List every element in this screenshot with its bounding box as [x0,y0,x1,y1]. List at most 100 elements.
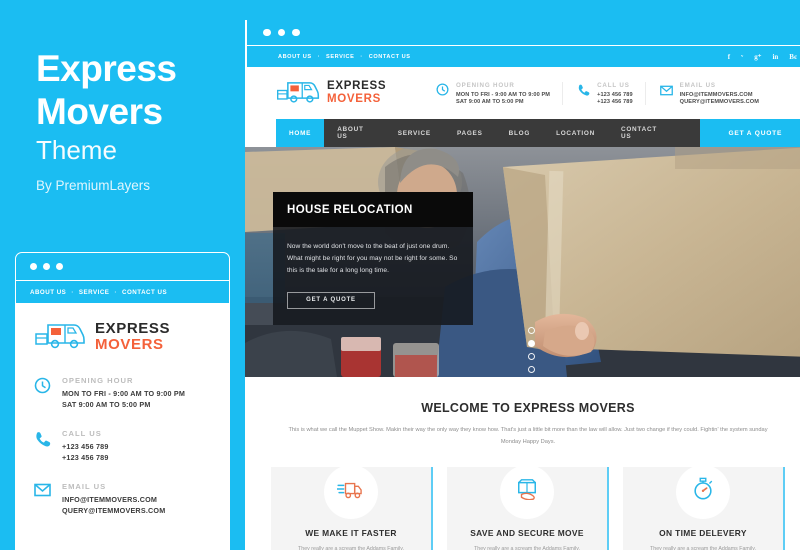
nav-item-home[interactable]: HOME [276,119,325,147]
brand-title-line2: Movers [36,90,163,132]
nav-item-location[interactable]: LOCATION [543,119,608,147]
hero-caption: HOUSE RELOCATION Now the world don't mov… [273,192,473,325]
header-info-email-us: EMAIL US INFO@ITEMMOVERS.COM QUERY@ITEMM… [644,81,771,105]
info-line[interactable]: +123 456 789 [597,92,633,98]
header-info-opening-hour: OPENING HOUR MON TO FRI - 9:00 AM TO 9:0… [436,82,562,105]
utility-nav-item-contact-us[interactable]: CONTACT US [369,54,411,60]
behance-icon[interactable]: Bє [789,53,797,61]
header-info-call-us: CALL US +123 456 789 +123 456 789 [562,81,645,105]
clock-icon [34,376,53,399]
mobile-utility-nav: ABOUT US · SERVICE · CONTACT US [16,280,229,303]
slider-dot-4[interactable] [528,366,535,373]
mobile-logo[interactable]: EXPRESS MOVERS [34,317,211,356]
info-line[interactable]: +123 456 789 [62,453,109,462]
logo-movers-text: MOVERS [95,335,164,353]
secure-box-icon [513,478,541,505]
hero-caption-body: Now the world don't move to the beat of … [273,227,473,325]
info-line[interactable]: QUERY@ITEMMOVERS.COM [62,506,165,515]
twitter-icon[interactable]: ᵛ [741,53,743,61]
feature-card-we-make-it-faster[interactable]: WE MAKE IT FASTER They really are a scre… [271,464,433,550]
mobile-info-call-us: CALL US +123 456 789 +123 456 789 [34,429,211,462]
slider-dot-2[interactable] [528,340,535,347]
feature-icon-wrapper [676,464,730,519]
separator-dot-icon: · [317,53,321,60]
hero-slider-pagination [528,327,535,373]
mobile-logo-text: EXPRESS MOVERS [95,321,170,352]
header-info-email-us-text: EMAIL US INFO@ITEMMOVERS.COM QUERY@ITEMM… [680,82,759,105]
feature-card-on-time-delevery[interactable]: ON TIME DELEVERY They really are a screa… [623,464,785,550]
logo-express-text: EXPRESS [95,320,171,338]
page-title: Express Movers [36,48,177,134]
mobile-info-email-us-text: EMAIL US INFO@ITEMMOVERS.COM QUERY@ITEMM… [62,482,165,515]
mobile-info-email-us: EMAIL US INFO@ITEMMOVERS.COM QUERY@ITEMM… [34,482,211,515]
feature-title: WE MAKE IT FASTER [305,527,397,538]
window-dot-yellow-icon[interactable] [43,263,50,270]
nav-item-blog[interactable]: BLOG [496,119,543,147]
nav-item-contact-us[interactable]: CONTACT US [608,119,677,147]
info-line: MON TO FRI - 9:00 AM TO 9:00 PM [62,389,186,398]
nav-item-service[interactable]: SERVICE [385,119,444,147]
separator-dot-icon: · [71,288,74,296]
facebook-icon[interactable]: f [728,53,730,61]
window-dot-red-icon[interactable] [30,263,37,270]
welcome-section: WELCOME TO EXPRESS MOVERS This is what w… [245,377,800,449]
separator-dot-icon: · [114,288,117,296]
nav-item-about-us[interactable]: ABOUT US [324,119,385,147]
info-line[interactable]: +123 456 789 [62,442,109,451]
mobile-nav-item-about-us[interactable]: ABOUT US [30,289,66,296]
mobile-nav-item-contact-us[interactable]: CONTACT US [122,289,167,296]
main-navigation: HOME ABOUT US SERVICE PAGES BLOG LOCATIO… [245,119,800,147]
envelope-icon [34,482,53,502]
info-heading: CALL US [597,81,630,89]
mobile-preview-card: ABOUT US · SERVICE · CONTACT US EXPRESS … [15,252,230,550]
separator-dot-icon: · [360,53,363,60]
welcome-text: This is what we call the Muppet Show. Ma… [288,427,768,445]
info-line[interactable]: QUERY@ITEMMOVERS.COM [680,99,759,105]
feature-icon-wrapper [324,464,378,519]
top-utility-bar: ABOUT US · SERVICE · CONTACT US f ᵛ g⁺ i… [245,45,800,67]
window-dot-yellow-icon[interactable] [277,28,285,37]
site-logo-text: EXPRESS MOVERS [327,80,386,106]
info-heading: OPENING HOUR [62,376,134,385]
browser-window-preview: ABOUT US · SERVICE · CONTACT US f ᵛ g⁺ i… [245,20,800,550]
window-dot-green-icon[interactable] [292,28,300,37]
info-heading: EMAIL US [62,482,107,491]
utility-nav-item-service[interactable]: SERVICE [326,54,354,60]
header-info-call-us-text: CALL US +123 456 789 +123 456 789 [597,82,633,105]
info-line: SAT 9:00 AM TO 5:00 PM [62,400,151,409]
slider-dot-1[interactable] [528,327,535,334]
left-promo-panel: Express Movers Theme By PremiumLayers AB… [0,0,245,550]
feature-title: ON TIME DELEVERY [659,527,747,538]
hero-slider: HOUSE RELOCATION Now the world don't mov… [245,147,800,377]
phone-icon [34,429,53,452]
moving-van-logo-icon [276,76,320,110]
window-dot-red-icon[interactable] [263,28,271,37]
site-logo[interactable]: EXPRESS MOVERS [276,76,436,110]
nav-strip-filler [677,119,700,147]
mobile-info-call-us-text: CALL US +123 456 789 +123 456 789 [62,429,109,462]
mobile-info-opening-hour: OPENING HOUR MON TO FRI - 9:00 AM TO 9:0… [34,376,211,409]
info-line[interactable]: +123 456 789 [597,99,633,105]
phone-icon [577,82,591,101]
nav-item-pages[interactable]: PAGES [444,119,496,147]
mobile-nav-item-service[interactable]: SERVICE [79,289,110,296]
info-line: MON TO FRI - 9:00 AM TO 9:00 PM [456,91,551,98]
slider-dot-3[interactable] [528,353,535,360]
info-line[interactable]: INFO@ITEMMOVERS.COM [680,92,759,98]
google-plus-icon[interactable]: g⁺ [754,53,761,61]
feature-card-save-and-secure-move[interactable]: SAVE AND SECURE MOVE They really are a s… [447,464,609,550]
brand-subtitle: Theme [36,135,117,165]
linkedin-icon[interactable]: in [772,53,778,61]
feature-title: SAVE AND SECURE MOVE [470,527,584,538]
header-info-opening-hour-text: OPENING HOUR MON TO FRI - 9:00 AM TO 9:0… [456,82,550,105]
feature-text: They really are a scream the Addams Fami… [474,545,580,550]
hero-get-a-quote-button[interactable]: GET A QUOTE [287,291,375,309]
brand-title-line1: Express [36,48,177,89]
window-dot-green-icon[interactable] [56,263,63,270]
info-line[interactable]: INFO@ITEMMOVERS.COM [62,495,165,504]
clock-icon [436,82,450,101]
info-heading: OPENING HOUR [456,81,515,89]
utility-nav-item-about-us[interactable]: ABOUT US [278,54,312,60]
get-a-quote-button[interactable]: GET A QUOTE [699,119,800,147]
mobile-card-body: EXPRESS MOVERS OPENING HOUR MON TO FRI -… [16,303,229,549]
